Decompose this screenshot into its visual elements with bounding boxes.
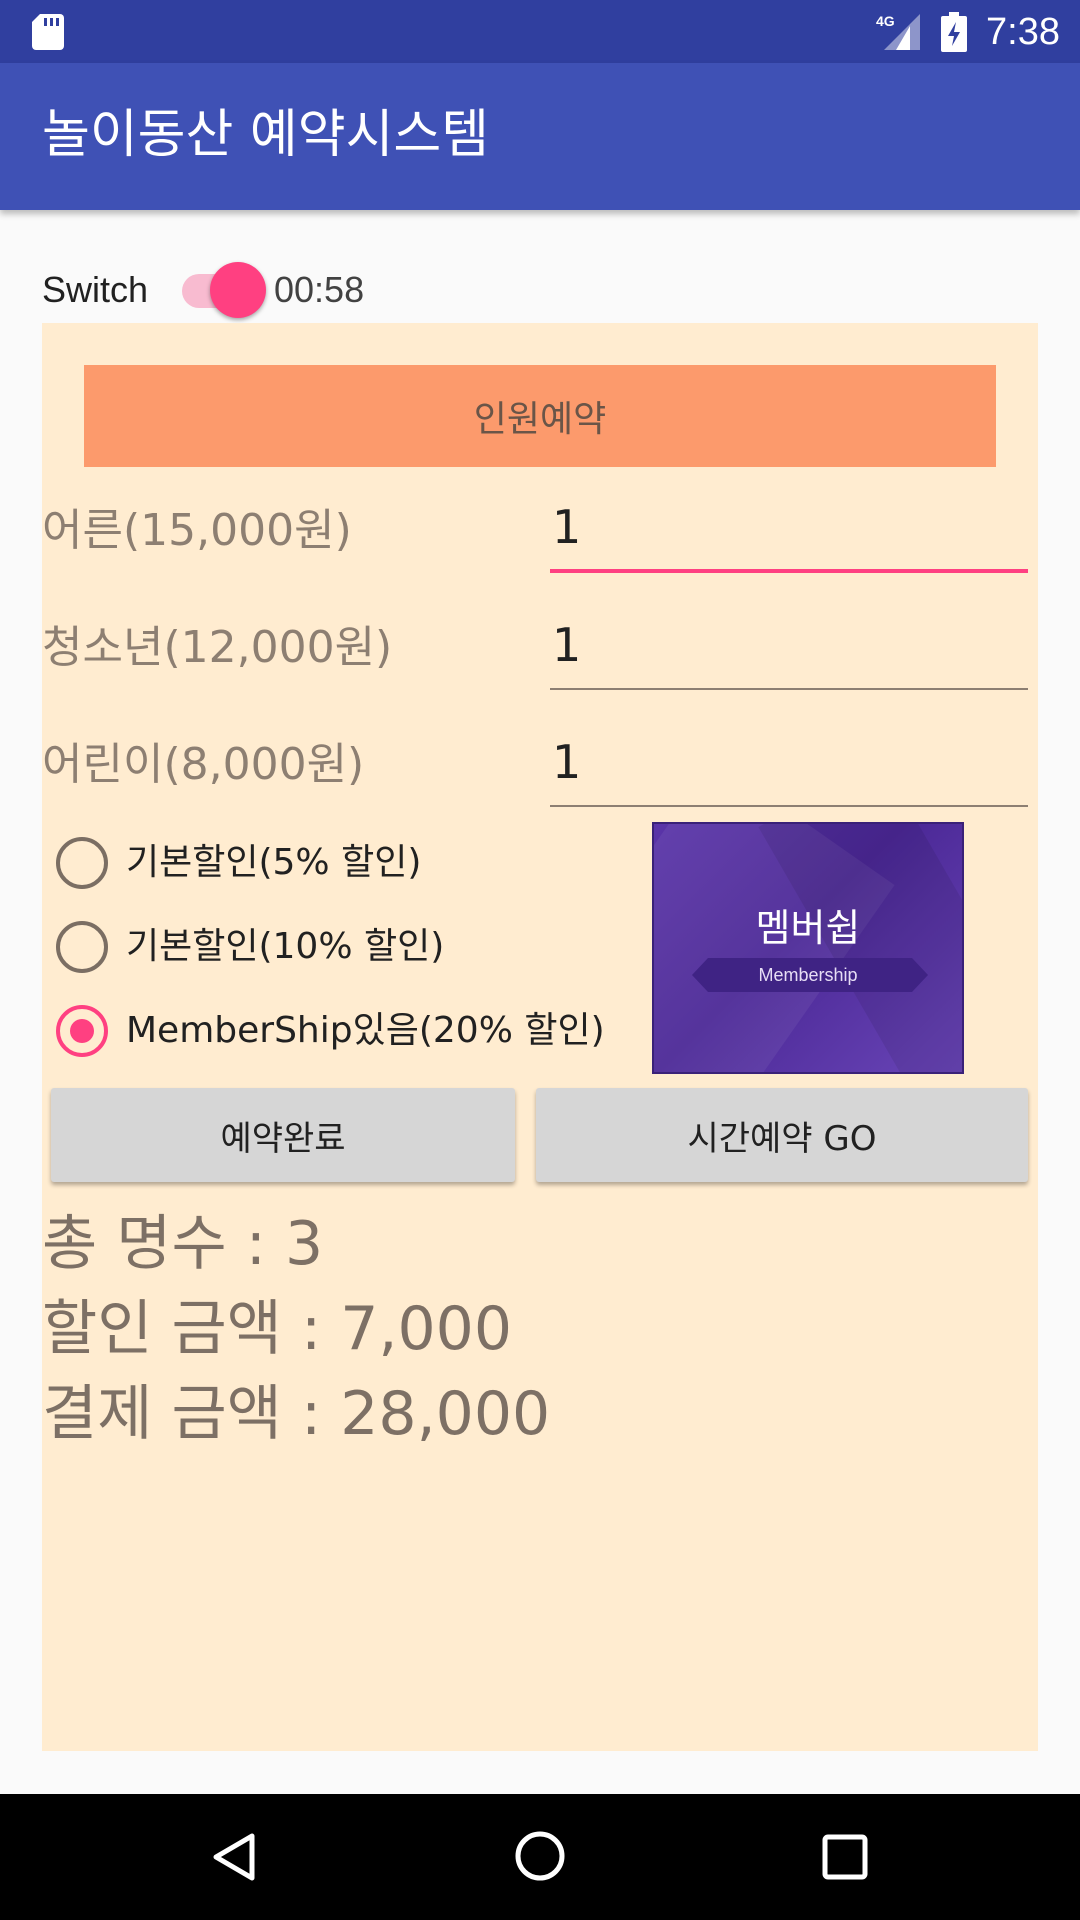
app-bar: 놀이동산 예약시스템	[0, 63, 1080, 210]
discount-option-membership[interactable]: MemberShip있음(20% 할인)	[56, 999, 656, 1063]
teen-row: 청소년(12,000원)	[42, 602, 1038, 702]
status-bar: 4G 7:38	[0, 0, 1080, 63]
people-reservation-header: 인원예약	[84, 365, 996, 467]
recent-apps-icon[interactable]	[822, 1834, 868, 1880]
switch-label: Switch	[42, 269, 149, 310]
membership-title-en: Membership	[758, 965, 858, 985]
membership-discount-label: MemberShip있음(20% 할인)	[126, 1010, 605, 1051]
home-icon[interactable]	[514, 1830, 566, 1882]
complete-reservation-button[interactable]: 예약완료	[51, 1088, 515, 1182]
signal-icon: 4G	[876, 13, 920, 50]
adult-row: 어른(15,000원)	[42, 485, 1038, 585]
app-title: 놀이동산 예약시스템	[42, 105, 490, 165]
switch-row: Switch 00:58	[42, 262, 542, 318]
adult-count-input[interactable]	[550, 485, 1028, 573]
battery-charging-icon	[941, 12, 967, 52]
radio-membership-icon[interactable]	[56, 1005, 108, 1057]
discount-amount-text: 할인 금액 : 7,000	[42, 1294, 512, 1364]
payment-amount-text: 결제 금액 : 28,000	[42, 1379, 551, 1449]
time-reservation-go-button[interactable]: 시간예약 GO	[536, 1088, 1028, 1182]
total-people-text: 총 명수 : 3	[42, 1209, 324, 1279]
child-label: 어린이(8,000원)	[42, 739, 365, 790]
teen-label: 청소년(12,000원)	[42, 622, 393, 673]
child-count-input[interactable]	[550, 719, 1028, 807]
discount-10-label: 기본할인(10% 할인)	[126, 926, 445, 967]
status-clock: 7:38	[986, 11, 1060, 53]
switch-thumb[interactable]	[210, 262, 266, 318]
reservation-panel: 인원예약 어른(15,000원) 청소년(12,000원) 어린이(8,000원…	[42, 323, 1038, 1751]
membership-title-ko: 멤버쉽	[755, 906, 861, 950]
sd-card-icon	[32, 14, 64, 50]
network-type: 4G	[876, 13, 895, 29]
radio-10-icon[interactable]	[56, 921, 108, 973]
teen-count-input[interactable]	[550, 602, 1028, 690]
back-icon[interactable]	[210, 1832, 260, 1882]
chronometer: 00:58	[274, 269, 365, 310]
navigation-bar	[0, 1794, 1080, 1920]
discount-5-label: 기본할인(5% 할인)	[126, 842, 422, 883]
membership-image: 멤버쉽 Membership	[652, 822, 964, 1074]
radio-checked-dot	[70, 1019, 94, 1043]
radio-5-icon[interactable]	[56, 837, 108, 889]
discount-option-10[interactable]: 기본할인(10% 할인)	[56, 915, 656, 979]
child-row: 어린이(8,000원)	[42, 719, 1038, 819]
discount-option-5[interactable]: 기본할인(5% 할인)	[56, 831, 656, 895]
adult-label: 어른(15,000원)	[42, 505, 352, 556]
